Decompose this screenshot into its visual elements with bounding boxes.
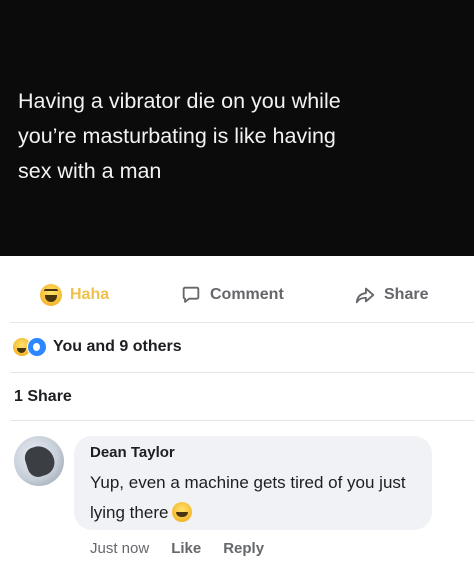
post-action-bar: Haha Comment Share <box>0 270 474 320</box>
post-text: Having a vibrator die on you while you’r… <box>18 89 341 183</box>
share-count[interactable]: 1 Share <box>14 388 72 406</box>
divider <box>10 420 474 421</box>
divider <box>10 322 474 323</box>
comment-actions: Just now Like Reply <box>90 540 264 560</box>
avatar[interactable] <box>14 436 64 486</box>
comment-author[interactable]: Dean Taylor <box>90 444 175 461</box>
comment-text: Yup, even a machine gets tired of you ju… <box>90 468 425 528</box>
share-label: Share <box>384 286 429 303</box>
wow-icon <box>27 337 47 357</box>
comment-icon <box>182 286 200 303</box>
haha-emoji-icon <box>40 284 62 306</box>
comment-reply-button[interactable]: Reply <box>223 540 264 560</box>
comment-timestamp: Just now <box>90 540 150 557</box>
share-arrow-icon <box>355 287 375 304</box>
comment-button[interactable]: Comment <box>180 282 284 308</box>
post-image-text-card: Having a vibrator die on you while you’r… <box>0 0 474 256</box>
avatar-image <box>22 442 58 480</box>
comment-label: Comment <box>210 286 284 303</box>
reactions-summary-text: You and 9 others <box>53 338 182 355</box>
comment-like-button[interactable]: Like <box>171 540 201 560</box>
reaction-icons <box>12 337 47 357</box>
laughing-emoji-icon <box>172 502 193 522</box>
comment-body: Yup, even a machine gets tired of you ju… <box>90 473 406 522</box>
reactions-summary[interactable]: You and 9 others <box>12 334 182 360</box>
share-button[interactable]: Share <box>354 282 428 308</box>
haha-label: Haha <box>70 286 110 303</box>
divider <box>10 372 474 373</box>
haha-reaction-button[interactable]: Haha <box>40 282 109 308</box>
comment-bubble: Dean Taylor Yup, even a machine gets tir… <box>74 436 432 530</box>
